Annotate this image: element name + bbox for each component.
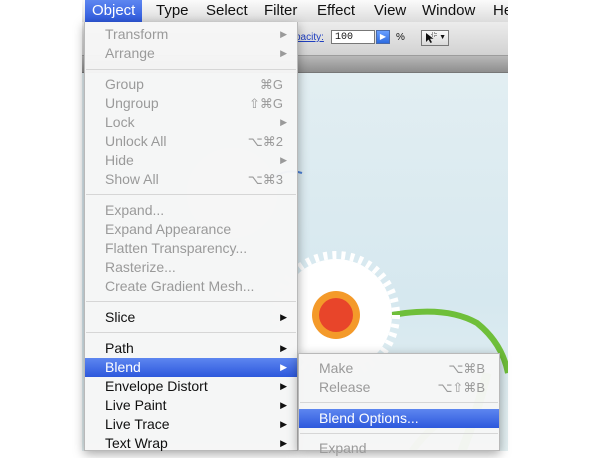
submenu-arrow-icon: ▶ (280, 312, 287, 322)
selection-tool-button[interactable]: ▼ (421, 30, 449, 46)
submenu-arrow-icon: ▶ (280, 438, 287, 448)
opacity-dropdown-button[interactable]: ▶ (376, 30, 390, 44)
menu-item-live-paint[interactable]: Live Paint ▶ (85, 396, 297, 415)
opacity-input[interactable]: 100 (331, 30, 375, 44)
submenu-arrow-icon: ▶ (280, 419, 287, 429)
menu-item-arrange[interactable]: Arrange ▶ (85, 44, 297, 63)
menu-item-text-wrap[interactable]: Text Wrap ▶ (85, 434, 297, 453)
menu-item-expand[interactable]: Expand... (85, 201, 297, 220)
submenu-arrow-icon: ▶ (280, 48, 287, 58)
menu-item-envelope-distort[interactable]: Envelope Distort ▶ (85, 377, 297, 396)
menu-item-transform[interactable]: Transform ▶ (85, 25, 297, 44)
menu-separator (86, 69, 296, 70)
submenu-arrow-icon: ▶ (280, 381, 287, 391)
menu-effect[interactable]: Effect (317, 2, 355, 20)
menu-item-expand-appearance[interactable]: Expand Appearance (85, 220, 297, 239)
blend-submenu: Make ⌥⌘B Release ⌥⇧⌘B Blend Options... E… (298, 353, 500, 456)
menu-separator (86, 332, 296, 333)
menu-window[interactable]: Window (422, 2, 475, 20)
menu-item-blend[interactable]: Blend ▶ (85, 358, 297, 377)
menu-item-flatten-transparency[interactable]: Flatten Transparency... (85, 239, 297, 258)
menu-separator (300, 402, 498, 403)
submenu-arrow-icon: ▶ (280, 400, 287, 410)
submenu-arrow-icon: ▶ (280, 29, 287, 39)
menu-item-blend-options[interactable]: Blend Options... (299, 409, 499, 428)
submenu-arrow-icon: ▶ (280, 343, 287, 353)
menu-view[interactable]: View (374, 2, 406, 20)
object-menu: Transform ▶ Arrange ▶ Group ⌘G Ungroup ⇧… (84, 22, 298, 451)
menu-item-show-all[interactable]: Show All ⌥⌘3 (85, 170, 297, 189)
menu-item-create-gradient-mesh[interactable]: Create Gradient Mesh... (85, 277, 297, 296)
menu-separator (86, 194, 296, 195)
submenu-arrow-icon: ▶ (280, 155, 287, 165)
triangle-right-icon: ▶ (379, 32, 387, 41)
opacity-label[interactable]: pacity: (295, 32, 324, 43)
submenu-arrow-icon: ▶ (280, 117, 287, 127)
menu-item-unlock-all[interactable]: Unlock All ⌥⌘2 (85, 132, 297, 151)
menu-item-release[interactable]: Release ⌥⇧⌘B (299, 378, 499, 397)
menu-separator (86, 301, 296, 302)
menu-item-rasterize[interactable]: Rasterize... (85, 258, 297, 277)
menu-select[interactable]: Select (206, 2, 248, 20)
chevron-down-icon: ▼ (439, 34, 446, 41)
menu-bar: Object Type Select Filter Effect View Wi… (82, 0, 508, 23)
menu-type[interactable]: Type (156, 2, 189, 20)
menu-item-group[interactable]: Group ⌘G (85, 75, 297, 94)
selection-tool-icon (426, 32, 437, 43)
submenu-arrow-icon: ▶ (280, 362, 287, 372)
menu-filter[interactable]: Filter (264, 2, 297, 20)
menu-item-slice[interactable]: Slice ▶ (85, 308, 297, 327)
menu-separator (300, 433, 498, 434)
menu-help[interactable]: He (493, 2, 508, 20)
menu-item-ungroup[interactable]: Ungroup ⇧⌘G (85, 94, 297, 113)
menu-object[interactable]: Object (85, 0, 143, 22)
menu-item-make[interactable]: Make ⌥⌘B (299, 359, 499, 378)
menu-item-lock[interactable]: Lock ▶ (85, 113, 297, 132)
menu-item-expand-blend[interactable]: Expand (299, 439, 499, 458)
menu-item-hide[interactable]: Hide ▶ (85, 151, 297, 170)
menu-item-live-trace[interactable]: Live Trace ▶ (85, 415, 297, 434)
menu-item-path[interactable]: Path ▶ (85, 339, 297, 358)
percent-label: % (396, 32, 405, 43)
